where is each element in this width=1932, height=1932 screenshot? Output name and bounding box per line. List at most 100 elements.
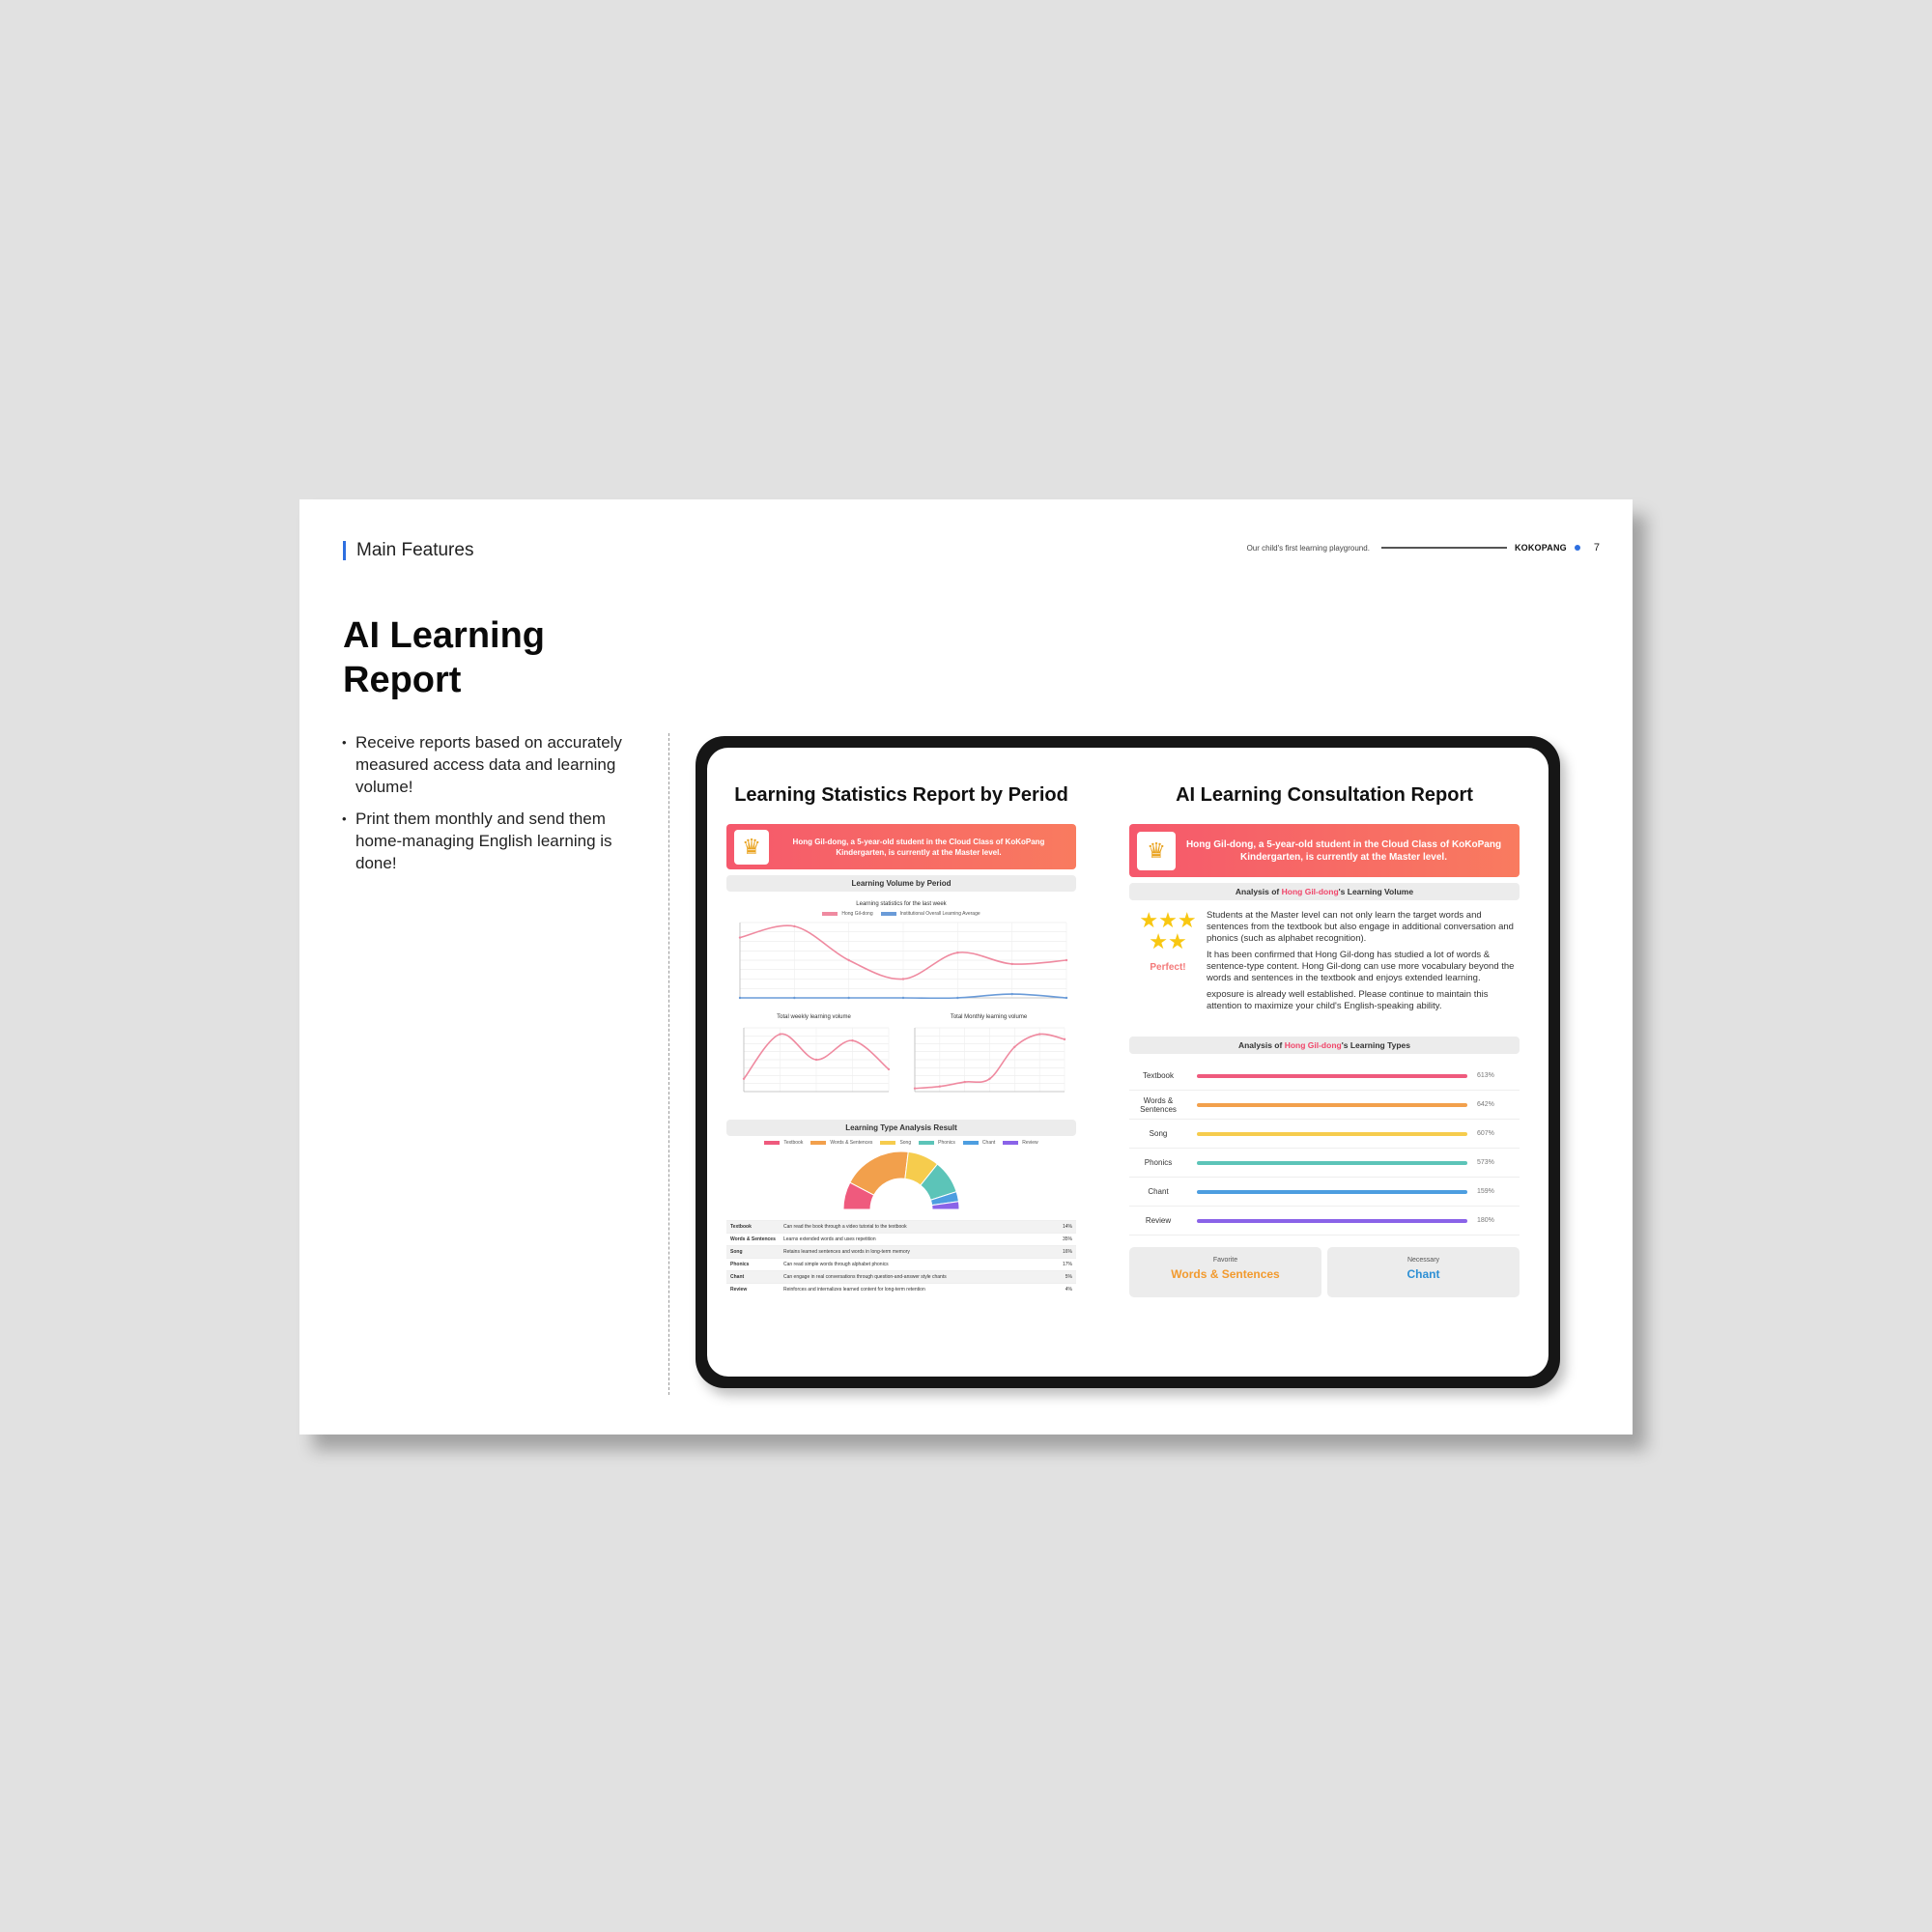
feature-list: Receive reports based on accurately meas…: [342, 731, 641, 884]
type-bar-fill: [1197, 1073, 1467, 1078]
consult-banner: ♛ Hong Gil-dong, a 5-year-old student in…: [1129, 824, 1520, 877]
data-point: [1065, 996, 1068, 1000]
tagline: Our child's first learning playground.: [1246, 543, 1370, 553]
data-point: [793, 996, 796, 1000]
data-point: [1063, 1037, 1066, 1041]
data-point: [956, 996, 959, 1000]
table-cell: Can read simple words through alphabet p…: [783, 1262, 889, 1267]
type-bar-label: Phonics: [1144, 1158, 1173, 1167]
header-rule: [1380, 547, 1507, 549]
type-bar-track: [1197, 1189, 1467, 1194]
tablet-screen: Learning Statistics Report by Period ♛ H…: [707, 748, 1548, 1377]
type-bar-row: Review 180%: [1129, 1207, 1520, 1236]
table-cell: 14%: [1062, 1224, 1072, 1230]
type-bars: Textbook 613% Words & Sentences 642% Song 607…: [1129, 1062, 1520, 1236]
data-point: [814, 1058, 818, 1062]
title-line-2: Report: [343, 660, 462, 700]
type-bar-fill: [1197, 1160, 1467, 1165]
favorite-label: Favorite: [1212, 1257, 1238, 1264]
brand-logo: KOKOPANG: [1514, 543, 1567, 553]
type-bar-percent: 159%: [1477, 1188, 1494, 1195]
data-point: [851, 1039, 854, 1042]
title-line-1: AI Learning: [343, 615, 546, 656]
type-pill: Learning Type Analysis Result: [726, 1120, 1076, 1136]
consult-report-panel: AI Learning Consultation Report ♛ Hong G…: [1129, 748, 1520, 1377]
favorite-value: Words & Sentences: [1171, 1267, 1280, 1281]
type-bar-fill: [1197, 1131, 1467, 1136]
learning-types-pill: Analysis of Hong Gil-dong's Learning Typ…: [1129, 1037, 1520, 1054]
data-point: [901, 996, 905, 1000]
table-row: Words & Sentences Learns extended words a…: [726, 1233, 1076, 1245]
trophy-icon: ♛: [1137, 831, 1176, 870]
data-point: [1010, 962, 1013, 966]
divider: [668, 733, 669, 1395]
data-point: [1037, 1033, 1041, 1036]
table-cell: Reinforces and internalizes learned cont…: [783, 1287, 925, 1293]
stats-banner: ♛ Hong Gil-dong, a 5-year-old student in…: [726, 824, 1076, 869]
data-point: [742, 1077, 746, 1080]
data-point: [1065, 958, 1068, 962]
type-bar-percent: 180%: [1477, 1217, 1494, 1224]
volume-analysis: ★★★ ★★ Perfect! Students at the Master l…: [1129, 910, 1520, 1017]
type-bar-label: Review: [1145, 1216, 1172, 1225]
analysis-paragraph: Students at the Master level can not onl…: [1207, 910, 1514, 944]
type-bar-row: Chant 159%: [1129, 1178, 1520, 1207]
type-bar-row: Song 607%: [1129, 1120, 1520, 1149]
page-number: 7: [1593, 542, 1600, 554]
type-bar-track: [1197, 1073, 1467, 1078]
monthly-chart-wrap: Total Monthly learning volume: [901, 1014, 1076, 1114]
table-cell: 16%: [1062, 1249, 1072, 1255]
table-cell: Learns extended words and uses repetitio…: [783, 1236, 876, 1242]
type-bar-label: Song: [1149, 1129, 1168, 1138]
data-point: [988, 1077, 991, 1080]
page-title: AI Learning Report: [343, 613, 545, 702]
data-point: [738, 996, 742, 1000]
type-bar-percent: 573%: [1477, 1159, 1494, 1166]
type-bar-percent: 642%: [1477, 1101, 1494, 1108]
table-cell: Phonics: [730, 1262, 750, 1267]
learning-volume-pill: Analysis of Hong Gil-dong's Learning Vol…: [1129, 883, 1520, 900]
table-row: Song Retains learned sentences and words …: [726, 1245, 1076, 1258]
weekly-volume-chart: [742, 1027, 891, 1093]
type-bar-row: Textbook 613%: [1129, 1062, 1520, 1091]
trophy-icon: ♛: [734, 829, 769, 865]
table-cell: Song: [730, 1249, 743, 1255]
analysis-text: Students at the Master level can not onl…: [1207, 910, 1520, 1017]
type-bar-track: [1197, 1102, 1467, 1107]
data-point: [887, 1067, 891, 1071]
tablet-frame: Learning Statistics Report by Period ♛ H…: [696, 736, 1560, 1388]
rating-stars: ★★★ ★★ Perfect!: [1129, 910, 1207, 1017]
type-bar-fill: [1197, 1218, 1467, 1223]
necessary-value: Chant: [1406, 1267, 1440, 1281]
type-bar-percent: 607%: [1477, 1130, 1494, 1137]
table-row: Phonics Can read simple words through alp…: [726, 1258, 1076, 1270]
table-row: Review Reinforces and internalizes learne…: [726, 1283, 1076, 1295]
data-point: [1010, 992, 1013, 996]
section-label: Main Features: [343, 540, 473, 561]
type-bar-label: Textbook: [1142, 1071, 1175, 1080]
small-charts-row: Total weekly learning volume Total Month…: [726, 1014, 1076, 1114]
stats-banner-text: Hong Gil-dong, a 5-year-old student in t…: [792, 837, 1045, 857]
data-point: [963, 1080, 966, 1084]
table-cell: Can engage in real conversations through…: [783, 1274, 947, 1280]
type-bar-label: Words & Sentences: [1140, 1095, 1177, 1114]
necessary-card: Necessary Chant: [1327, 1247, 1520, 1297]
table-row: Textbook Can read the book through a vide…: [726, 1220, 1076, 1233]
data-point: [847, 958, 850, 962]
data-point: [913, 1087, 917, 1090]
table-cell: Review: [730, 1287, 748, 1293]
star-icon: ★★: [1149, 929, 1187, 953]
stats-report-title: Learning Statistics Report by Period: [734, 784, 1068, 806]
monthly-volume-chart: [913, 1027, 1066, 1093]
type-bar-fill: [1197, 1189, 1467, 1194]
feature-item: Print them monthly and send them home-ma…: [342, 808, 641, 874]
table-cell: Textbook: [730, 1224, 752, 1230]
table-cell: Can read the book through a video tutori…: [783, 1224, 907, 1230]
brand-dot-icon: [1574, 545, 1580, 551]
volume-pill: Learning Volume by Period: [726, 875, 1076, 892]
consult-report-title: AI Learning Consultation Report: [1176, 784, 1473, 806]
type-bar-row: Words & Sentences 642%: [1129, 1091, 1520, 1120]
data-point: [793, 924, 796, 928]
table-cell: 5%: [1065, 1274, 1072, 1280]
type-bar-label: Chant: [1148, 1187, 1169, 1196]
